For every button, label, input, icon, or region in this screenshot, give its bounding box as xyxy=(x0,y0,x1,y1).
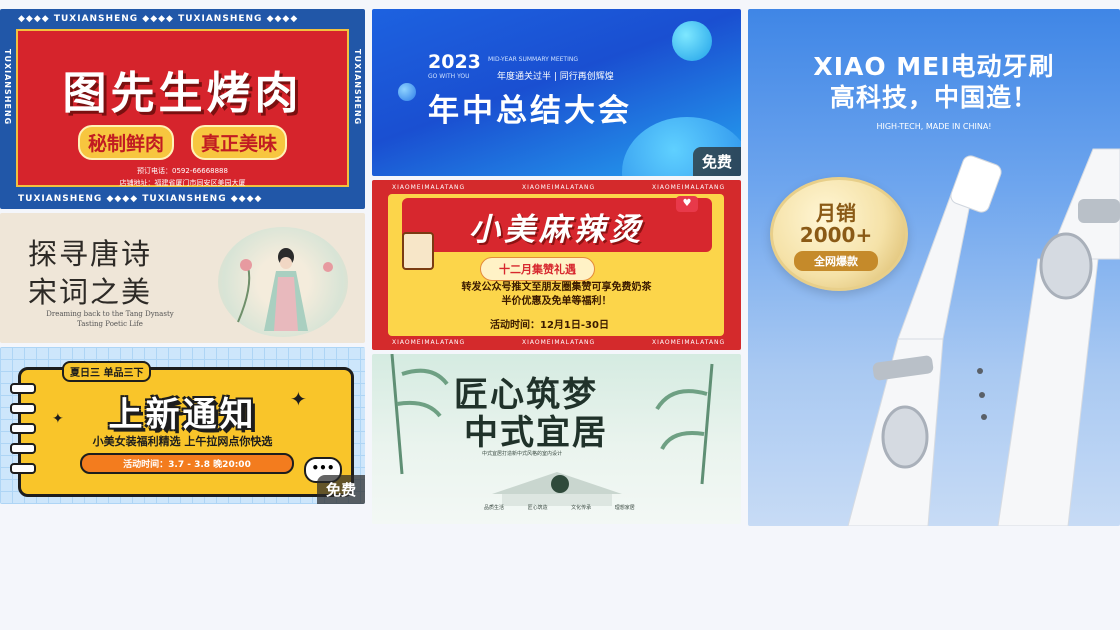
brand-strip: XIAOMEIMALATANG xyxy=(522,339,596,346)
title-line-1: 探寻唐诗 xyxy=(28,237,153,271)
left-pattern-strip: TUXIANSHENG xyxy=(3,49,12,126)
brand-strip: XIAOMEIMALATANG xyxy=(652,184,726,191)
poster-phone: 预订电话：0592-66668888 xyxy=(137,167,228,175)
sparkle-icon: ✦ xyxy=(290,387,307,411)
decor-bubble xyxy=(398,83,416,101)
poster-address: 店铺地址：福建省厦门市同安区美园大厦 xyxy=(119,179,246,187)
toothbrush-illustration xyxy=(847,148,1120,526)
template-card-bbq[interactable]: ◆◆◆◆ TUXIANSHENG ◆◆◆◆ TUXIANSHENG ◆◆◆◆ T… xyxy=(0,9,365,209)
poster-subtitle: Dreaming back to the Tang Dynasty Tastin… xyxy=(30,309,190,329)
right-pattern-strip: TUXIANSHENG xyxy=(353,49,362,126)
poster-columns: 品质生活 匠心筑造 文化传承 理想家居 xyxy=(484,505,635,511)
brand-strip: XIAOMEIMALATANG xyxy=(522,184,596,191)
poster-title: 匠心筑梦 中式宜居 xyxy=(454,376,608,452)
free-badge: 免费 xyxy=(316,475,365,504)
poster-pills: 秘制鲜肉 真正美味 xyxy=(18,125,347,160)
poster-line-2: 半价优惠及免单等福利！ xyxy=(501,296,612,307)
subtitle-line-1: Dreaming back to the Tang Dynasty xyxy=(46,310,174,318)
poster-title: 探寻唐诗 宋词之美 xyxy=(28,235,152,311)
top-pattern-strip: ◆◆◆◆ TUXIANSHENG ◆◆◆◆ TUXIANSHENG ◆◆◆◆ xyxy=(18,14,299,24)
poster-english-2: GO WITH YOU xyxy=(428,73,470,80)
template-card-chinese-home[interactable]: 匠心筑梦 中式宜居 中式宜居打造新中式风格的室内设计 品质生活 匠心筑造 文化传… xyxy=(372,354,741,524)
binder-ring xyxy=(10,463,36,474)
poster-subtitle: 中式宜居打造新中式风格的室内设计 xyxy=(482,451,563,457)
template-card-new-arrival[interactable]: 夏日三 单品三下 上新通知 ✦ ✦ 小美女装福利精选 上午拉网点你快选 活动时间… xyxy=(0,347,365,504)
poster-title: 年中总结大会 xyxy=(428,93,632,129)
sparkle-icon: ✦ xyxy=(52,411,64,427)
subtitle-line-2: Tasting Poetic Life xyxy=(77,320,143,328)
template-card-meeting[interactable]: 2023 MID-YEAR SUMMARY MEETING GO WITH YO… xyxy=(372,9,741,176)
poster-subtitle: 年度通关过半 | 同行再创辉煌 xyxy=(497,72,614,82)
brand-strip: XIAOMEIMALATANG xyxy=(652,339,726,346)
poster-time: 活动时间：12月1日-30日 xyxy=(490,320,609,331)
poster-title: 图先生烤肉 xyxy=(62,68,303,119)
pill-secret-meat: 秘制鲜肉 xyxy=(77,125,174,160)
poster-title: 小美麻辣烫 xyxy=(469,212,644,248)
title-line-2: 中式宜居 xyxy=(464,413,608,453)
brand-strip: XIAOMEIMALATANG xyxy=(392,184,466,191)
template-card-malatang[interactable]: XIAOMEIMALATANG XIAOMEIMALATANG XIAOMEIM… xyxy=(372,180,741,350)
template-card-toothbrush[interactable]: XIAO MEI电动牙刷 高科技，中国造！ HIGH-TECH, MADE IN… xyxy=(748,9,1120,526)
lady-illustration xyxy=(218,227,348,337)
brand-strip: XIAOMEIMALATANG xyxy=(392,339,466,346)
poster-year: 2023 xyxy=(428,51,481,73)
free-badge: 免费 xyxy=(692,147,741,176)
template-card-poetry[interactable]: 探寻唐诗 宋词之美 Dreaming back to the Tang Dyna… xyxy=(0,213,365,343)
poster-time: 活动时间：3.7 - 3.8 晚20:00 xyxy=(80,453,294,474)
bottom-pattern-strip: TUXIANSHENG ◆◆◆◆ TUXIANSHENG ◆◆◆◆ xyxy=(18,194,263,204)
poster-english-1: MID-YEAR SUMMARY MEETING xyxy=(488,56,579,63)
poster-panel: 图先生烤肉 秘制鲜肉 真正美味 预订电话：0592-66668888 店铺地址：… xyxy=(16,29,349,187)
decor-bubble xyxy=(672,21,712,61)
title-line-2: 宋词之美 xyxy=(28,275,153,309)
poster-tag: 夏日三 单品三下 xyxy=(62,361,152,382)
poster-line-1: 转发公众号推文至朋友圈集赞可享免费奶茶 xyxy=(461,282,652,293)
pill-delicious: 真正美味 xyxy=(191,125,288,160)
title-line-1: 匠心筑梦 xyxy=(454,375,598,415)
poster-description: 小美女装福利精选 上午拉网点你快选 xyxy=(92,435,273,448)
